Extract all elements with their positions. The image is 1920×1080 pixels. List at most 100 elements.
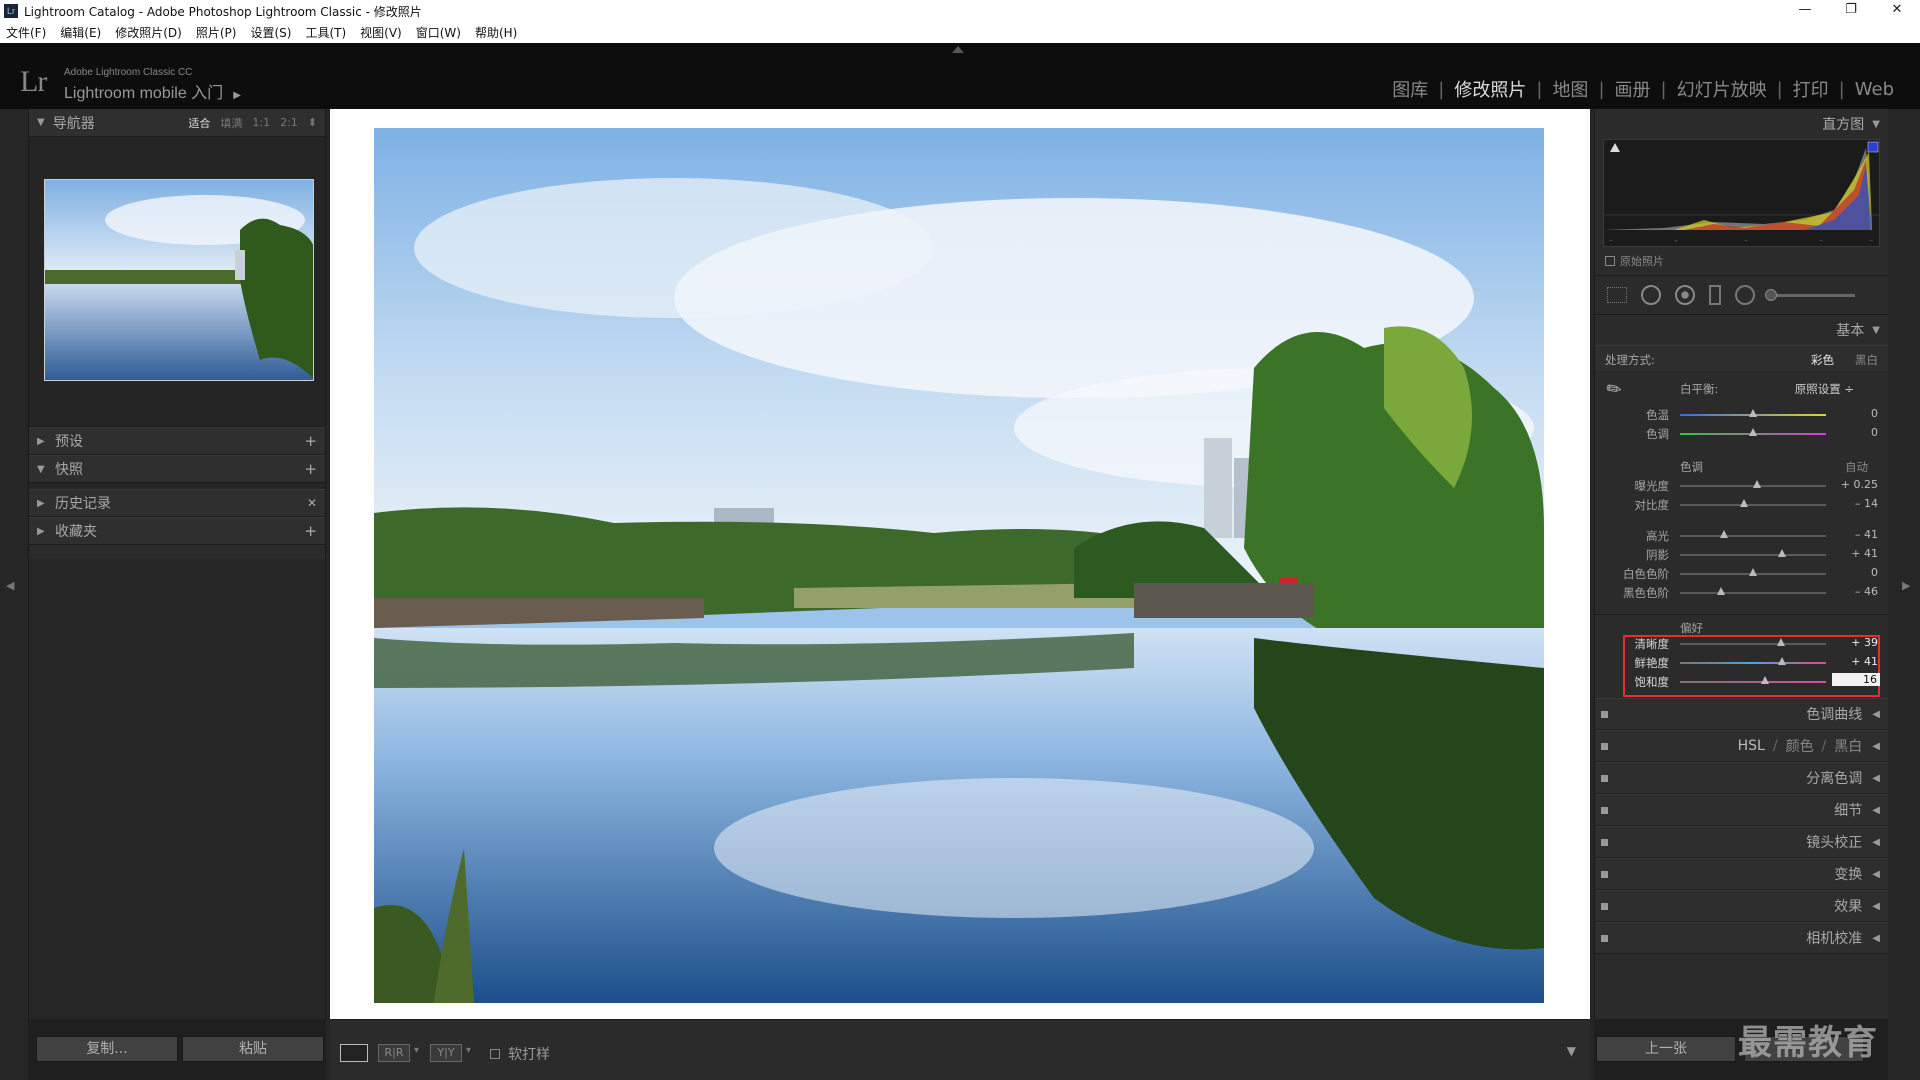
slider-track[interactable] — [1680, 643, 1826, 645]
menu-file[interactable]: 文件(F) — [6, 24, 46, 41]
menu-window[interactable]: 窗口(W) — [416, 24, 461, 41]
module-map[interactable]: 地图 — [1542, 76, 1598, 102]
slider-value[interactable]: – 41 — [1828, 528, 1878, 541]
menu-photo[interactable]: 照片(P) — [196, 24, 237, 41]
slider-thumb[interactable] — [1778, 657, 1787, 665]
right-panel-toggle-icon[interactable]: ▶ — [1902, 579, 1910, 592]
camera-calibration-panel-header[interactable]: 相机校准 ◀ — [1595, 922, 1888, 954]
slider-track[interactable] — [1680, 554, 1826, 556]
panel-switch-icon[interactable] — [1601, 775, 1608, 782]
slider-track[interactable] — [1680, 535, 1826, 537]
effects-panel-header[interactable]: 效果 ◀ — [1595, 890, 1888, 922]
play-triangle-icon[interactable]: ▶ — [233, 90, 241, 101]
color-tab[interactable]: 颜色 — [1786, 736, 1814, 756]
menu-edit[interactable]: 编辑(E) — [60, 24, 101, 41]
radial-filter-icon[interactable] — [1735, 285, 1755, 305]
zoom-1-1[interactable]: 1:1 — [252, 116, 270, 129]
module-print[interactable]: 打印 — [1783, 76, 1839, 102]
bw-tab[interactable]: 黑白 — [1834, 736, 1862, 756]
tone-auto-button[interactable]: 自动 — [1845, 459, 1868, 475]
panel-switch-icon[interactable] — [1601, 711, 1608, 718]
slider-thumb[interactable] — [1749, 409, 1757, 417]
zoom-fit[interactable]: 适合 — [188, 115, 210, 131]
toolbar-menu-icon[interactable]: ▼ — [1567, 1044, 1576, 1058]
lens-corrections-panel-header[interactable]: 镜头校正 ◀ — [1595, 826, 1888, 858]
zoom-stepper-icon[interactable]: ⬍ — [308, 116, 317, 129]
slider-thumb[interactable] — [1749, 568, 1757, 576]
slider-track[interactable] — [1680, 504, 1826, 506]
red-eye-icon[interactable] — [1675, 285, 1695, 305]
previous-button[interactable]: 上一张 — [1596, 1036, 1736, 1062]
transform-panel-header[interactable]: 变换 ◀ — [1595, 858, 1888, 890]
slider-track[interactable] — [1680, 662, 1826, 664]
before-after-lr-button[interactable]: R|R — [378, 1044, 410, 1062]
add-collection-icon[interactable]: + — [304, 522, 317, 540]
minimize-button[interactable]: — — [1782, 0, 1828, 22]
treatment-bw-option[interactable]: 黑白 — [1855, 352, 1878, 368]
clear-history-icon[interactable]: ✕ — [307, 496, 317, 510]
snapshots-panel-header[interactable]: ▼ 快照 + — [29, 455, 325, 483]
slider-value[interactable]: 0 — [1828, 407, 1878, 420]
collections-panel-header[interactable]: ▶ 收藏夹 + — [29, 517, 325, 545]
collapse-triangle-icon[interactable]: ▼ — [37, 117, 45, 128]
copy-button[interactable]: 复制... — [36, 1036, 178, 1062]
history-panel-header[interactable]: ▶ 历史记录 ✕ — [29, 489, 325, 517]
slider-thumb[interactable] — [1753, 480, 1762, 488]
collapse-triangle-icon[interactable]: ▼ — [37, 464, 47, 475]
expand-triangle-icon[interactable]: ◀ — [1872, 837, 1880, 848]
expand-triangle-icon[interactable]: ◀ — [1872, 709, 1880, 720]
panel-switch-icon[interactable] — [1601, 743, 1608, 750]
detail-panel-header[interactable]: 细节 ◀ — [1595, 794, 1888, 826]
expand-triangle-icon[interactable]: ◀ — [1872, 901, 1880, 912]
slider-value[interactable]: 0 — [1828, 566, 1878, 579]
treatment-color-option[interactable]: 彩色 — [1811, 352, 1834, 368]
module-web[interactable]: Web — [1845, 79, 1904, 100]
histogram-header[interactable]: 直方图 ▼ — [1595, 109, 1888, 139]
slider-thumb[interactable] — [1716, 587, 1725, 595]
panel-switch-icon[interactable] — [1601, 807, 1608, 814]
graduated-filter-icon[interactable] — [1709, 285, 1721, 305]
split-toning-panel-header[interactable]: 分离色调 ◀ — [1595, 762, 1888, 794]
crop-overlay-icon[interactable] — [1607, 287, 1627, 303]
left-panel-toggle-icon[interactable]: ◀ — [6, 579, 14, 592]
add-preset-icon[interactable]: + — [304, 432, 317, 450]
adjustment-brush-icon[interactable] — [1765, 288, 1855, 301]
top-panel-toggle-icon[interactable] — [952, 46, 964, 53]
identity-plate[interactable]: Adobe Lightroom Classic CC Lightroom mob… — [64, 67, 241, 103]
module-slideshow[interactable]: 幻灯片放映 — [1667, 76, 1777, 102]
expand-triangle-icon[interactable]: ◀ — [1872, 869, 1880, 880]
menu-view[interactable]: 视图(V) — [360, 24, 402, 41]
module-book[interactable]: 画册 — [1605, 76, 1661, 102]
zoom-fill[interactable]: 填满 — [220, 115, 242, 131]
slider-value[interactable]: 0 — [1828, 426, 1878, 439]
slider-value[interactable]: – 14 — [1828, 497, 1878, 510]
eyedropper-icon[interactable]: ✎ — [1602, 377, 1626, 403]
expand-triangle-icon[interactable]: ▶ — [37, 498, 47, 509]
menu-settings[interactable]: 设置(S) — [250, 24, 291, 41]
tone-curve-panel-header[interactable]: 色调曲线 ◀ — [1595, 698, 1888, 730]
panel-switch-icon[interactable] — [1601, 839, 1608, 846]
presets-panel-header[interactable]: ▶ 预设 + — [29, 427, 325, 455]
slider-value[interactable]: – 46 — [1828, 585, 1878, 598]
restore-button[interactable]: ❐ — [1828, 0, 1874, 22]
navigator-header[interactable]: ▼ 导航器 适合 填满 1:1 2:1 ⬍ — [29, 109, 325, 137]
slider-track[interactable] — [1680, 681, 1826, 683]
slider-thumb[interactable] — [1740, 499, 1749, 507]
slider-thumb[interactable] — [1778, 549, 1787, 557]
basic-header[interactable]: 基本 ▼ — [1595, 315, 1888, 345]
collapse-triangle-icon[interactable]: ▼ — [1872, 325, 1880, 336]
menu-develop[interactable]: 修改照片(D) — [115, 24, 182, 41]
softproof-checkbox[interactable] — [490, 1049, 500, 1059]
spot-removal-icon[interactable] — [1641, 285, 1661, 305]
expand-triangle-icon[interactable]: ◀ — [1872, 933, 1880, 944]
before-after-tb-button[interactable]: Y|Y — [430, 1044, 462, 1062]
slider-thumb[interactable] — [1719, 530, 1728, 538]
menu-tools[interactable]: 工具(T) — [305, 24, 346, 41]
collapse-triangle-icon[interactable]: ▼ — [1872, 119, 1880, 130]
module-develop[interactable]: 修改照片 — [1444, 76, 1536, 102]
chevron-down-icon[interactable]: ▾ — [466, 1045, 471, 1056]
hsl-panel-header[interactable]: HSL / 颜色 / 黑白 ◀ — [1595, 730, 1888, 762]
white-balance-dropdown[interactable]: 原照设置 ÷ — [1795, 381, 1854, 397]
panel-switch-icon[interactable] — [1601, 903, 1608, 910]
original-photo-checkbox[interactable] — [1605, 256, 1615, 266]
